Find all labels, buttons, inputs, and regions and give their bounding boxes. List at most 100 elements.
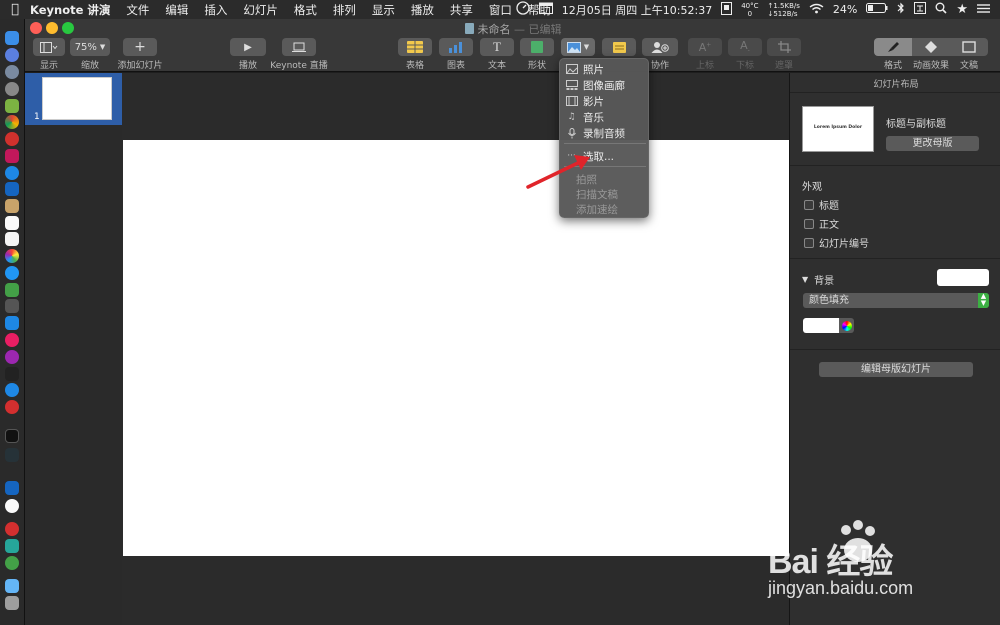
battery-icon[interactable] (866, 3, 888, 16)
comment-button[interactable] (602, 38, 636, 56)
gauge-icon[interactable] (516, 1, 530, 18)
blue-app-icon[interactable] (5, 182, 19, 196)
play-tool[interactable]: ▶ 播放 (230, 38, 266, 71)
messages-icon[interactable] (5, 266, 19, 280)
menu-insert[interactable]: 插入 (204, 2, 227, 18)
comment-tool[interactable] (602, 38, 636, 56)
safari-icon[interactable] (5, 166, 19, 180)
menu-app-name[interactable]: Keynote 讲演 (30, 2, 110, 18)
search-icon[interactable] (935, 2, 947, 17)
temperature-readout[interactable]: 40°C 0 (741, 2, 758, 18)
facetime-icon[interactable] (5, 283, 19, 297)
folder-icon[interactable] (5, 579, 19, 593)
text-tool[interactable]: T 文本 (480, 38, 514, 71)
pink-app-icon[interactable] (5, 149, 19, 163)
app-store-icon[interactable] (5, 383, 19, 397)
slide-number-checkbox-row[interactable]: 幻灯片编号 (804, 235, 869, 250)
red-app-icon[interactable] (5, 132, 19, 146)
terminal-icon[interactable] (5, 429, 19, 443)
finder-icon[interactable] (5, 31, 19, 45)
menu-view[interactable]: 显示 (372, 2, 395, 18)
media-button[interactable]: ▼ (561, 38, 595, 56)
shape-button[interactable] (520, 38, 554, 56)
table-tool[interactable]: 表格 (398, 38, 432, 71)
text-button[interactable]: T (480, 38, 514, 56)
change-master-button[interactable]: 更改母版 (886, 136, 979, 151)
menu-format[interactable]: 格式 (294, 2, 317, 18)
rocket-icon[interactable] (5, 82, 19, 96)
calendar-icon[interactable] (538, 2, 553, 17)
menu-item-photo[interactable]: 照片 (560, 61, 650, 77)
reminders-icon[interactable] (5, 232, 19, 246)
format-tab-button[interactable] (874, 38, 912, 56)
slide-number-checkbox[interactable] (804, 237, 814, 248)
color-well[interactable] (803, 318, 839, 333)
view-tool[interactable]: 显示 (33, 38, 65, 71)
fill-type-select[interactable]: 颜色填充 ▲ ▼ (803, 293, 989, 308)
animate-tab-button[interactable] (912, 38, 950, 56)
menu-item-gallery[interactable]: 图像画廊 (560, 77, 650, 93)
add-slide-tool[interactable]: + 添加幻灯片 (117, 38, 163, 71)
menu-share[interactable]: 共享 (450, 2, 473, 18)
edit-master-slide-button[interactable]: 编辑母版幻灯片 (819, 362, 973, 377)
control-center-icon[interactable] (977, 3, 990, 17)
star-icon[interactable]: ★ (956, 2, 968, 17)
tab-format[interactable]: 格式 (874, 38, 912, 71)
chart-tool[interactable]: 图表 (439, 38, 473, 71)
yandex-icon[interactable] (5, 499, 19, 513)
document-tab-button[interactable] (950, 38, 988, 56)
zoom-tool[interactable]: 75% ▼ 缩放 (70, 38, 110, 71)
android-icon[interactable] (5, 99, 19, 113)
keynote-icon[interactable] (5, 316, 19, 330)
music-app-icon[interactable] (5, 333, 19, 347)
play-button[interactable]: ▶ (230, 38, 266, 56)
media-tool[interactable]: ▼ (561, 38, 595, 56)
calendar-app-icon[interactable] (5, 216, 19, 230)
photos-icon[interactable] (5, 249, 19, 263)
menu-play[interactable]: 播放 (411, 2, 434, 18)
menu-window[interactable]: 窗口 (489, 2, 512, 18)
menu-item-record-audio[interactable]: 录制音频 (560, 125, 650, 141)
menu-arrange[interactable]: 排列 (333, 2, 356, 18)
shape-tool[interactable]: 形状 (520, 38, 554, 71)
collaborate-button[interactable] (642, 38, 678, 56)
add-slide-button[interactable]: + (123, 38, 157, 56)
body-checkbox-row[interactable]: 正文 (804, 216, 839, 231)
body-checkbox[interactable] (804, 218, 814, 229)
activity-monitor-icon[interactable] (5, 448, 19, 462)
tab-document[interactable]: 文稿 (950, 38, 988, 71)
window-title[interactable]: 未命名 — 已编辑 (25, 21, 1000, 37)
date-time[interactable]: 12月05日 周四 上午10:52:37 (562, 2, 712, 18)
green-app-icon[interactable] (5, 539, 19, 553)
zoom-button[interactable]: 75% ▼ (70, 38, 110, 56)
bluetooth-icon[interactable] (897, 2, 905, 17)
menu-slide[interactable]: 幻灯片 (243, 2, 278, 18)
wechat-menu-icon[interactable] (721, 1, 733, 18)
menu-edit[interactable]: 编辑 (165, 2, 188, 18)
background-color-swatch[interactable] (937, 269, 989, 286)
layout-thumbnail[interactable]: Lorem Ipsum Dolor (802, 106, 874, 152)
title-checkbox-row[interactable]: 标题 (804, 197, 839, 212)
menu-file[interactable]: 文件 (126, 2, 149, 18)
keynote-live-tool[interactable]: Keynote 直播 (269, 38, 329, 71)
table-button[interactable] (398, 38, 432, 56)
trash-icon[interactable] (5, 596, 19, 610)
apple-tv-icon[interactable] (5, 367, 19, 381)
menu-item-movie[interactable]: 影片 (560, 93, 650, 109)
wifi-icon[interactable] (809, 3, 824, 17)
menu-item-music[interactable]: ♫ 音乐 (560, 109, 650, 125)
color-picker-button[interactable] (839, 318, 854, 333)
tab-animate[interactable]: 动画效果 (912, 38, 950, 71)
podcasts-icon[interactable] (5, 350, 19, 364)
keynote-live-button[interactable] (282, 38, 316, 56)
network-speed[interactable]: ↑1.5KB/s ↓512B/s (767, 2, 799, 18)
apple-icon[interactable]:  (0, 2, 30, 17)
background-section-toggle[interactable]: ▼ 背景 (802, 272, 834, 287)
title-checkbox[interactable] (804, 199, 814, 210)
blue-tool-icon[interactable] (5, 481, 19, 495)
battery-percent[interactable]: 24% (833, 3, 857, 16)
launchpad-icon[interactable] (5, 65, 19, 79)
wechat-icon[interactable] (5, 556, 19, 570)
slide-canvas[interactable] (123, 140, 789, 556)
vivaldi-icon[interactable] (5, 400, 19, 414)
